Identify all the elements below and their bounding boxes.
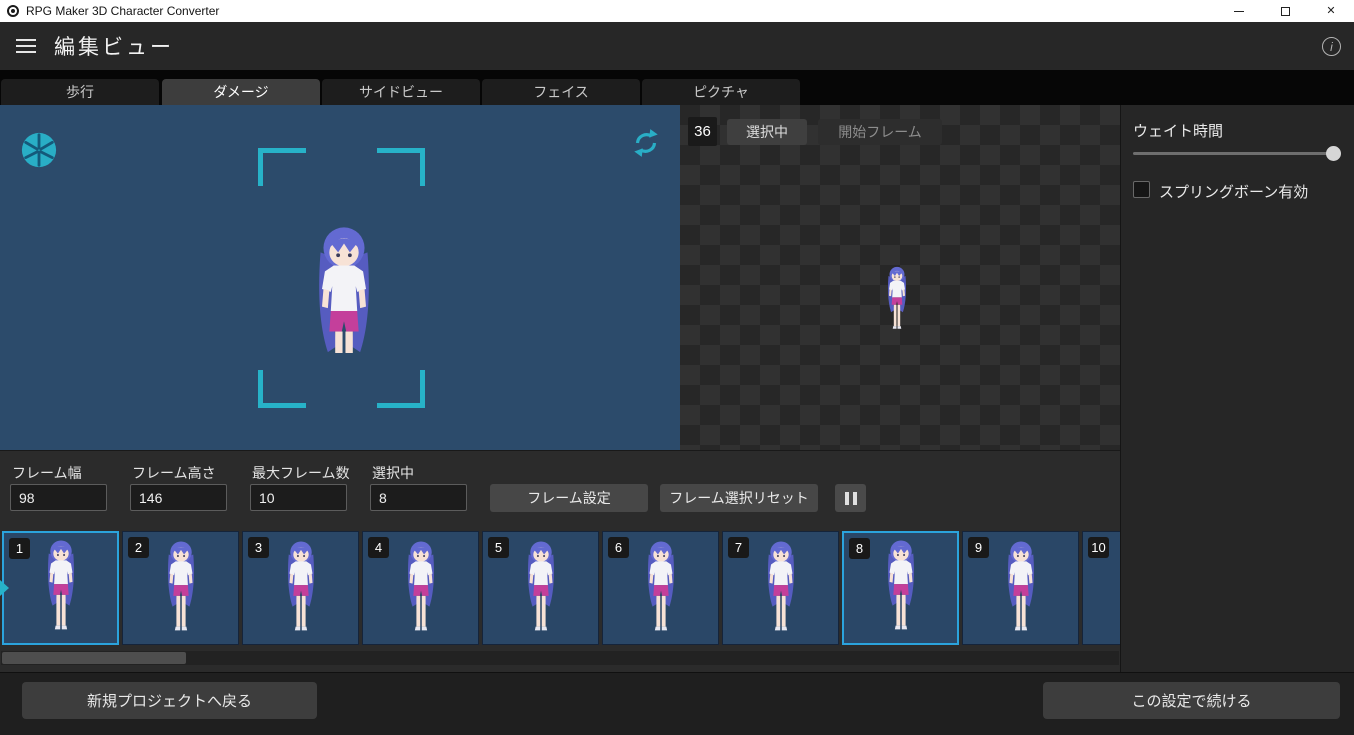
capture-frame-corner-bottom-left	[258, 370, 306, 408]
spring-bone-checkbox[interactable]	[1133, 181, 1150, 198]
frame-number: 3	[248, 537, 269, 558]
maximize-button[interactable]	[1262, 0, 1308, 22]
frame-thumbnail-9[interactable]: 9	[962, 531, 1079, 645]
frame-number: 10	[1088, 537, 1109, 558]
menu-icon[interactable]	[16, 39, 36, 53]
frame-sprite	[638, 539, 684, 639]
capture-frame-corner-bottom-right	[377, 370, 425, 408]
continue-button[interactable]: この設定で続ける	[1043, 682, 1340, 719]
tab-strip: 歩行 ダメージ サイドビュー フェイス ピクチャ	[0, 70, 1354, 105]
frame-number: 6	[608, 537, 629, 558]
max-frames-input[interactable]	[250, 484, 347, 511]
titlebar: RPG Maker 3D Character Converter ✕	[0, 0, 1354, 22]
frame-number-badge: 36	[688, 117, 717, 146]
slider-handle[interactable]	[1326, 146, 1341, 161]
frame-number: 7	[728, 537, 749, 558]
selected-input[interactable]	[370, 484, 467, 511]
maximize-icon	[1281, 7, 1290, 16]
rotate-view-icon[interactable]	[630, 127, 662, 159]
frame-number: 5	[488, 537, 509, 558]
frame-sprite	[398, 539, 444, 639]
frame-number: 8	[849, 538, 870, 559]
minimize-icon	[1234, 11, 1244, 12]
spring-bone-label: スプリングボーン有効	[1159, 181, 1308, 202]
frame-height-input[interactable]	[130, 484, 227, 511]
frame-settings-panel: フレーム幅 フレーム高さ 最大フレーム数 選択中 フレーム設定 フレーム選択リセ…	[0, 450, 1120, 672]
frame-thumbnail-10[interactable]: 10	[1082, 531, 1120, 645]
close-button[interactable]: ✕	[1308, 0, 1354, 22]
slider-track[interactable]	[1133, 152, 1341, 155]
frame-sprite	[278, 539, 324, 639]
frame-sprite	[518, 539, 564, 639]
frame-number: 4	[368, 537, 389, 558]
model-preview-viewport[interactable]	[0, 105, 680, 450]
frame-thumbnail-1[interactable]: 1	[2, 531, 119, 645]
current-frame-indicator	[0, 580, 9, 596]
frame-sprite	[1118, 539, 1121, 639]
frame-thumbnail-5[interactable]: 5	[482, 531, 599, 645]
wait-time-label: ウェイト時間	[1133, 120, 1223, 141]
header: 編集ビュー	[0, 22, 1354, 70]
info-icon[interactable]: i	[1322, 37, 1341, 56]
tab-sideview[interactable]: サイドビュー	[322, 79, 480, 105]
frame-sprite	[878, 538, 924, 638]
app-window: RPG Maker 3D Character Converter ✕ 編集ビュー…	[0, 0, 1354, 735]
app-icon	[7, 5, 19, 17]
frame-width-input[interactable]	[10, 484, 107, 511]
back-to-project-button[interactable]: 新規プロジェクトへ戻る	[22, 682, 317, 719]
pause-button[interactable]	[835, 484, 866, 512]
frame-set-button[interactable]: フレーム設定	[490, 484, 648, 512]
close-icon: ✕	[1326, 6, 1335, 17]
start-frame-button[interactable]: 開始フレーム	[818, 119, 942, 145]
pause-icon	[845, 492, 849, 505]
scrollbar-thumb[interactable]	[2, 652, 186, 664]
settings-panel: ウェイト時間 スプリングボーン有効	[1120, 105, 1354, 672]
tab-face[interactable]: フェイス	[482, 79, 640, 105]
frame-thumbnail-8[interactable]: 8	[842, 531, 959, 645]
sprite-capture-area: 36 選択中 開始フレーム	[680, 105, 1120, 450]
max-frames-label: 最大フレーム数	[252, 463, 350, 483]
frame-width-label: フレーム幅	[12, 463, 82, 483]
tab-walk[interactable]: 歩行	[1, 79, 159, 105]
frame-thumbnail-3[interactable]: 3	[242, 531, 359, 645]
window-controls: ✕	[1216, 0, 1354, 22]
capture-frame-corner-top-left	[258, 148, 306, 186]
frame-height-label: フレーム高さ	[132, 463, 216, 483]
page-title: 編集ビュー	[54, 31, 174, 61]
captured-sprite	[881, 265, 913, 335]
frame-sprite	[158, 539, 204, 639]
frame-sprite	[38, 538, 84, 638]
minimize-button[interactable]	[1216, 0, 1262, 22]
character-model	[300, 223, 388, 353]
frame-thumbnail-4[interactable]: 4	[362, 531, 479, 645]
frame-number: 2	[128, 537, 149, 558]
selected-label: 選択中	[372, 463, 414, 483]
window-title: RPG Maker 3D Character Converter	[26, 4, 219, 18]
frame-thumbnail-6[interactable]: 6	[602, 531, 719, 645]
tab-picture[interactable]: ピクチャ	[642, 79, 800, 105]
wait-time-slider[interactable]	[1133, 145, 1341, 161]
frame-sprite	[998, 539, 1044, 639]
frame-reset-button[interactable]: フレーム選択リセット	[660, 484, 818, 512]
selected-state-button[interactable]: 選択中	[727, 119, 807, 145]
frame-thumbnail-7[interactable]: 7	[722, 531, 839, 645]
tab-damage[interactable]: ダメージ	[162, 79, 320, 105]
frame-thumbnail-2[interactable]: 2	[122, 531, 239, 645]
capture-frame-corner-top-right	[377, 148, 425, 186]
frame-number: 9	[968, 537, 989, 558]
camera-aperture-icon[interactable]	[20, 131, 58, 169]
frame-sprite	[758, 539, 804, 639]
timeline-scrollbar[interactable]	[1, 651, 1119, 665]
footer-bar: 新規プロジェクトへ戻る この設定で続ける	[0, 672, 1354, 735]
frame-number: 1	[9, 538, 30, 559]
